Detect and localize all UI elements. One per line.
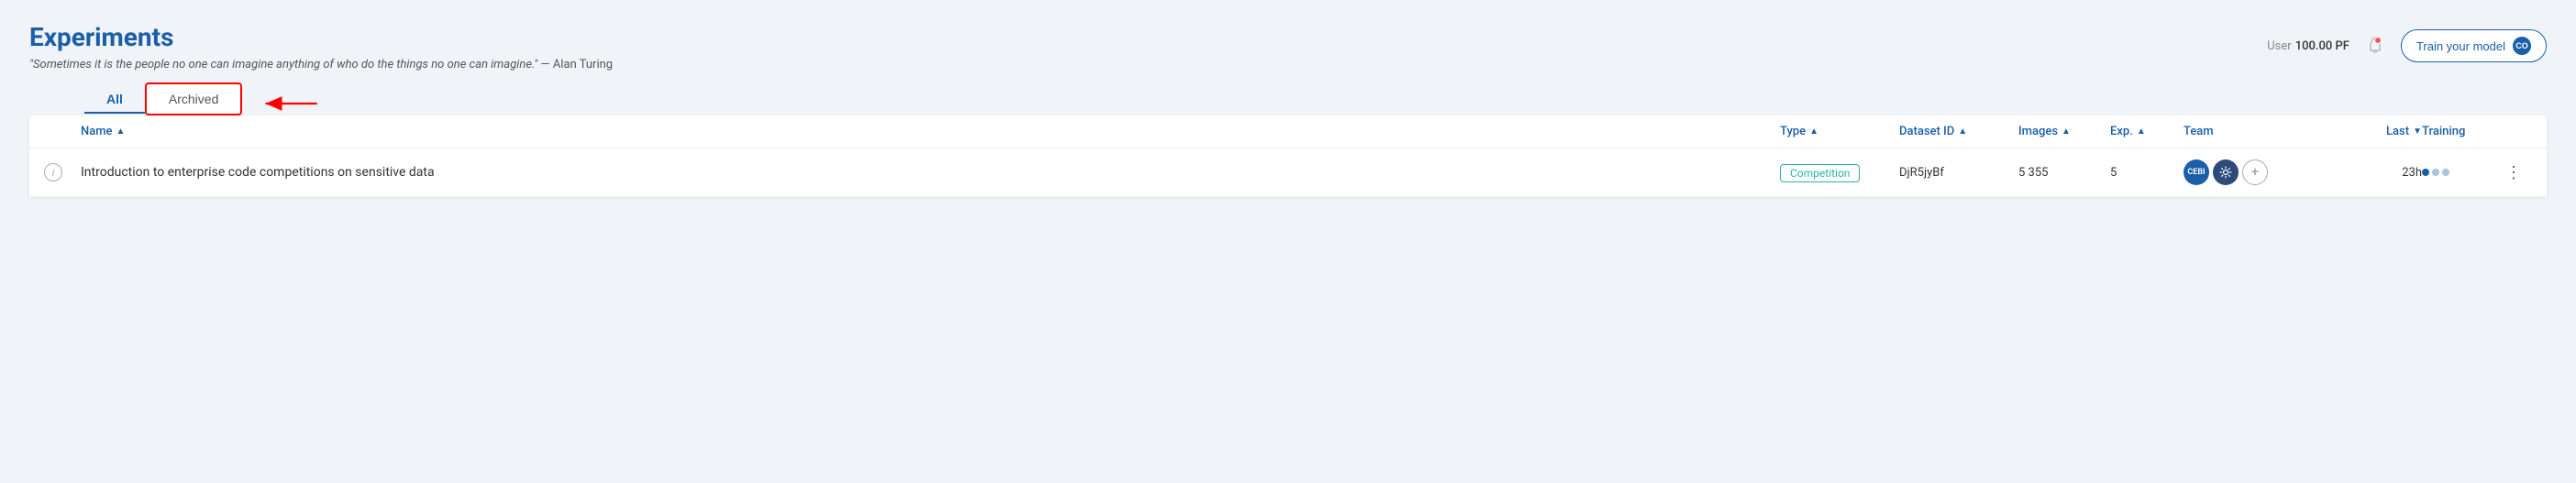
quote-author: — Alan Turing — [541, 58, 614, 71]
experiment-name[interactable]: Introduction to enterprise code competit… — [81, 165, 1780, 180]
quote-text: "Sometimes it is the people no one can i… — [29, 58, 613, 71]
train-button-label: Train your model — [2416, 39, 2505, 53]
last-time: 23h — [2330, 166, 2422, 180]
dataset-sort-icon: ▲ — [1958, 126, 1967, 137]
dot-2 — [2432, 169, 2439, 176]
user-label: User — [2267, 39, 2291, 53]
team-column: CEBI + — [2184, 159, 2330, 185]
user-pf-display: User 100.00 PF — [2267, 39, 2349, 53]
red-arrow-annotation — [249, 90, 323, 117]
header-row: Experiments "Sometimes it is the people … — [29, 22, 2547, 71]
tab-all[interactable]: All — [84, 84, 145, 114]
notification-bell-icon[interactable] — [2364, 35, 2386, 57]
page-container: Experiments "Sometimes it is the people … — [0, 0, 2576, 483]
page-title: Experiments — [29, 22, 613, 52]
col-last-header[interactable]: Last ▼ — [2330, 125, 2422, 138]
col-training-header: Training — [2422, 125, 2495, 138]
col-team-header: Team — [2184, 125, 2330, 138]
team-add-member-button[interactable]: + — [2242, 159, 2268, 185]
col-images-header[interactable]: Images ▲ — [2018, 125, 2110, 138]
quote-content: "Sometimes it is the people no one can i… — [29, 58, 537, 71]
dot-1 — [2422, 169, 2429, 176]
competition-badge[interactable]: Competition — [1780, 164, 1860, 182]
col-name-header[interactable]: Name ▲ — [81, 125, 1780, 138]
col-type-header[interactable]: Type ▲ — [1780, 125, 1899, 138]
train-model-button[interactable]: Train your model CO — [2401, 29, 2547, 62]
last-sort-icon: ▼ — [2413, 126, 2422, 137]
co-logo-icon: CO — [2513, 37, 2531, 55]
name-sort-icon: ▲ — [116, 126, 126, 137]
tab-archived[interactable]: Archived — [145, 82, 242, 115]
header-right: User 100.00 PF Train your model CO — [2267, 22, 2547, 62]
type-sort-icon: ▲ — [1809, 126, 1819, 137]
images-count: 5 355 — [2018, 166, 2110, 180]
experiment-type: Competition — [1780, 163, 1899, 182]
table-row: i Introduction to enterprise code compet… — [29, 148, 2547, 197]
col-exp-header[interactable]: Exp. ▲ — [2110, 125, 2184, 138]
pf-value: 100.00 PF — [2295, 39, 2349, 53]
tabs-row: All Archived — [84, 82, 2547, 115]
team-avatar-gear[interactable] — [2213, 159, 2239, 185]
exp-count: 5 — [2110, 166, 2184, 180]
dataset-id: DjR5jyBf — [1899, 166, 2018, 180]
tab-all-label: All — [106, 92, 123, 106]
exp-sort-icon: ▲ — [2137, 126, 2146, 137]
images-sort-icon: ▲ — [2062, 126, 2071, 137]
header-left: Experiments "Sometimes it is the people … — [29, 22, 613, 71]
info-icon[interactable]: i — [44, 163, 62, 181]
row-more-options-button[interactable]: ⋮ — [2495, 163, 2532, 182]
dot-3 — [2442, 169, 2449, 176]
col-dataset-header[interactable]: Dataset ID ▲ — [1899, 125, 2018, 138]
tab-archived-label: Archived — [169, 92, 218, 106]
experiments-table: Name ▲ Type ▲ Dataset ID ▲ Images ▲ Exp.… — [29, 115, 2547, 197]
training-status — [2422, 169, 2495, 176]
team-avatar-cebi[interactable]: CEBI — [2184, 159, 2209, 185]
table-header: Name ▲ Type ▲ Dataset ID ▲ Images ▲ Exp.… — [29, 115, 2547, 148]
